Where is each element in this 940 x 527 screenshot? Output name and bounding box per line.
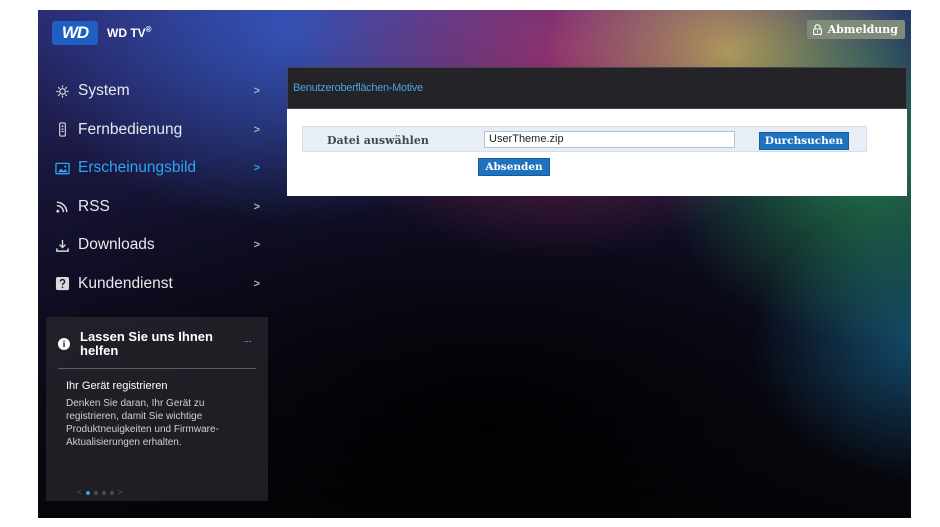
help-title: Lassen Sie uns Ihnen helfen bbox=[80, 329, 213, 358]
pager-dot[interactable] bbox=[93, 490, 98, 495]
file-label: Datei auswählen bbox=[327, 134, 429, 147]
image-icon bbox=[54, 160, 70, 176]
rss-icon bbox=[54, 199, 70, 215]
pager-dot[interactable] bbox=[109, 490, 114, 495]
sidebar-item-remote[interactable]: Fernbedienung > bbox=[38, 111, 268, 150]
help-header: i Lassen Sie uns Ihnen helfen ... bbox=[58, 330, 256, 358]
file-path-input[interactable]: UserTheme.zip bbox=[484, 131, 735, 148]
help-divider bbox=[58, 368, 256, 369]
panel-title: Benutzeroberflächen-Motive bbox=[287, 67, 907, 109]
sidebar-item-downloads[interactable]: Downloads > bbox=[38, 226, 268, 265]
pager-next-button[interactable]: > bbox=[118, 488, 123, 497]
sidebar-item-appearance[interactable]: Erscheinungsbild > bbox=[38, 149, 268, 188]
sidebar-item-system[interactable]: System > bbox=[38, 72, 268, 111]
app-window: WD WD TV® Abmeldung System > Fernbedienu… bbox=[38, 10, 911, 518]
sidebar-item-rss[interactable]: RSS > bbox=[38, 188, 268, 227]
chevron-right-icon: > bbox=[253, 85, 260, 98]
chevron-right-icon: > bbox=[253, 123, 260, 136]
remote-icon bbox=[54, 122, 70, 138]
help-icon bbox=[54, 276, 70, 292]
browse-button[interactable]: Durchsuchen bbox=[759, 132, 849, 150]
sidebar-item-label: System bbox=[78, 82, 130, 100]
help-pager: < > bbox=[77, 488, 122, 497]
sidebar-item-label: Fernbedienung bbox=[78, 120, 183, 138]
file-row: Datei auswählen UserTheme.zip Durchsuche… bbox=[302, 126, 867, 152]
brand-title: WD TV® bbox=[107, 25, 152, 40]
theme-panel: Benutzeroberflächen-Motive Datei auswähl… bbox=[287, 67, 907, 196]
help-body: Denken Sie daran, Ihr Gerät zu registrie… bbox=[66, 398, 219, 448]
sidebar-item-label: RSS bbox=[78, 197, 110, 215]
chevron-right-icon: > bbox=[253, 162, 260, 175]
screen-frame: WD WD TV® Abmeldung System > Fernbedienu… bbox=[0, 0, 940, 527]
help-more-button[interactable]: ... bbox=[244, 334, 252, 344]
sidebar-item-label: Downloads bbox=[78, 236, 155, 254]
chevron-right-icon: > bbox=[253, 200, 260, 213]
logout-label: Abmeldung bbox=[827, 23, 898, 36]
brand-name: WD TV bbox=[107, 26, 146, 40]
lock-icon bbox=[812, 24, 822, 35]
panel-body: Datei auswählen UserTheme.zip Durchsuche… bbox=[287, 109, 907, 196]
gear-icon bbox=[54, 83, 70, 99]
wd-logo: WD bbox=[52, 21, 98, 45]
download-icon bbox=[54, 237, 70, 253]
submit-button[interactable]: Absenden bbox=[478, 158, 550, 176]
info-icon: i bbox=[58, 338, 70, 350]
sidebar-item-label: Erscheinungsbild bbox=[78, 159, 197, 177]
sidebar-item-label: Kundendienst bbox=[78, 274, 173, 292]
sidebar-item-support[interactable]: Kundendienst > bbox=[38, 265, 268, 304]
sidebar-nav: System > Fernbedienung > Erscheinungsbil… bbox=[38, 72, 268, 303]
help-box: i Lassen Sie uns Ihnen helfen ... Ihr Ge… bbox=[46, 317, 268, 501]
logout-button[interactable]: Abmeldung bbox=[806, 20, 905, 39]
chevron-right-icon: > bbox=[253, 239, 260, 252]
registered-mark: ® bbox=[145, 25, 152, 34]
pager-dot[interactable] bbox=[85, 490, 90, 495]
pager-prev-button[interactable]: < bbox=[77, 488, 82, 497]
pager-dot[interactable] bbox=[101, 490, 106, 495]
help-subtitle: Ihr Gerät registrieren bbox=[66, 380, 168, 392]
chevron-right-icon: > bbox=[253, 277, 260, 290]
